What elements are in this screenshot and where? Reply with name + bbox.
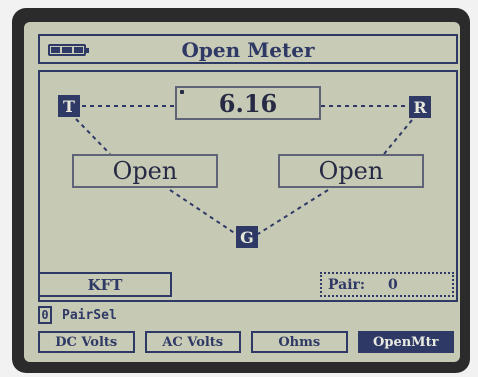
ohms-button[interactable]: Ohms <box>251 331 348 353</box>
dc-volts-button[interactable]: DC Volts <box>38 331 135 353</box>
reading-box: 6.16 <box>175 86 321 120</box>
reading-value: 6.16 <box>218 88 278 118</box>
pair-select-label: PairSel <box>62 307 117 323</box>
pair-select-index: 0 <box>38 306 52 324</box>
ground-node: G <box>236 226 258 248</box>
units-label: KFT <box>38 272 172 297</box>
open-meter-button[interactable]: OpenMtr <box>357 331 454 353</box>
header-bar: Open Meter <box>38 34 458 64</box>
tip-node: T <box>58 95 80 117</box>
ring-ground-status: Open <box>278 154 424 188</box>
ac-volts-button[interactable]: AC Volts <box>144 331 241 353</box>
pair-value: 0 <box>388 276 398 293</box>
softkey-bar: DC Volts AC Volts Ohms OpenMtr <box>38 331 454 353</box>
pair-indicator: Pair: 0 <box>320 272 454 297</box>
reading-indicator-dot <box>180 90 184 94</box>
ring-node: R <box>409 96 431 118</box>
pair-select[interactable]: 0 PairSel <box>38 305 117 325</box>
tip-ground-status: Open <box>72 154 218 188</box>
page-title: Open Meter <box>181 38 315 62</box>
pair-label: Pair: <box>328 276 366 293</box>
